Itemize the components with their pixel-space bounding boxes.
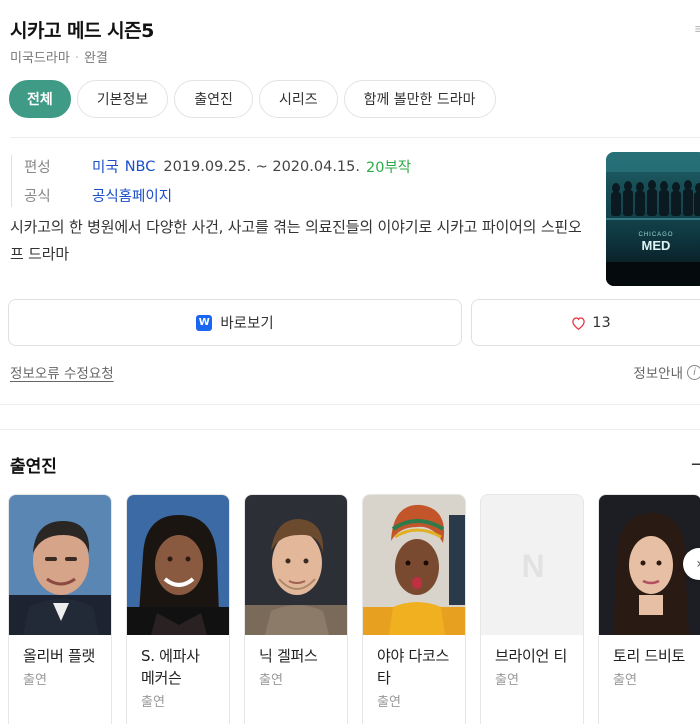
official-key: 공식: [24, 189, 51, 205]
watch-now-button[interactable]: W 바로보기: [8, 299, 462, 346]
actor-role: 출연: [141, 695, 165, 710]
episode-count: 20부작: [366, 160, 412, 176]
like-button[interactable]: 13: [471, 299, 700, 346]
status-text: 완결: [83, 51, 108, 66]
poster-logo-med: MED: [642, 238, 671, 253]
info-icon: i: [687, 364, 700, 380]
like-count: 13: [592, 314, 611, 331]
actor-name: S. 에파사 메커슨: [141, 647, 200, 687]
drama-subtitle: 미국드라마 · 완결: [10, 47, 108, 66]
actor-photo: [245, 495, 347, 635]
cast-card[interactable]: 올리버 플랫 출연: [8, 494, 112, 724]
actor-photo: [9, 495, 111, 635]
divider: [10, 137, 700, 138]
broadcast-period: 2019.09.25. ~ 2020.04.15.: [163, 158, 360, 175]
actor-name: 닉 겔퍼스: [259, 647, 318, 665]
section-separator: [0, 404, 700, 430]
actor-photo-placeholder: N: [481, 495, 583, 635]
actor-name: 올리버 플랫: [23, 647, 95, 665]
arrow-right-icon[interactable]: →: [691, 454, 700, 475]
tab-similar-dramas[interactable]: 함께 볼만한 드라마: [343, 80, 496, 118]
actor-name: 토리 드비토: [613, 647, 685, 665]
actor-role: 출연: [23, 673, 47, 688]
tab-cast[interactable]: 출연진: [174, 80, 253, 118]
tab-all[interactable]: 전체: [9, 80, 71, 118]
dot-separator: ·: [74, 51, 79, 66]
cast-card[interactable]: N 브라이언 티 출연: [480, 494, 584, 724]
cast-list: 올리버 플랫 출연 S. 에파사 메커슨 출연 닉 겔퍼스 출연 야야 다코스타…: [8, 494, 700, 724]
heart-icon: [571, 316, 586, 330]
actor-name: 브라이언 티: [495, 647, 567, 665]
cast-section-title: 출연진: [10, 457, 57, 477]
watch-now-label: 바로보기: [220, 316, 274, 332]
actor-photo: [127, 495, 229, 635]
tab-series[interactable]: 시리즈: [258, 80, 338, 118]
info-guide-link[interactable]: 정보안내 i: [633, 362, 700, 382]
country-link[interactable]: 미국: [92, 156, 119, 177]
actor-role: 출연: [495, 673, 519, 688]
poster-image: CHICAGO MED: [606, 152, 700, 286]
actor-photo: [363, 495, 465, 635]
actor-role: 출연: [613, 673, 637, 688]
cast-card[interactable]: S. 에파사 메커슨 출연: [126, 494, 230, 724]
cast-card[interactable]: 야야 다코스타 출연: [362, 494, 466, 724]
tab-basic-info[interactable]: 기본정보: [76, 80, 169, 118]
broadcast-row: 편성 미국 NBC 2019.09.25. ~ 2020.04.15. 20부작: [10, 156, 411, 177]
info-guide-label: 정보안내: [633, 366, 683, 382]
drama-poster[interactable]: CHICAGO MED: [606, 152, 700, 286]
broadcast-key: 편성: [24, 160, 51, 176]
actor-role: 출연: [377, 695, 401, 710]
actor-role: 출연: [259, 673, 283, 688]
drama-title: 시카고 메드 시즌5: [10, 20, 154, 42]
network-link[interactable]: NBC: [125, 159, 156, 175]
drama-description: 시카고의 한 병원에서 다양한 사건, 사고를 겪는 의료진들의 이야기로 시카…: [10, 218, 582, 263]
tab-bar: 전체 기본정보 출연진 시리즈 함께 볼만한 드라마: [9, 80, 496, 118]
official-homepage-link[interactable]: 공식홈페이지: [92, 185, 172, 206]
placeholder-letter: N: [521, 548, 544, 584]
cast-card[interactable]: 닉 겔퍼스 출연: [244, 494, 348, 724]
actor-name: 야야 다코스타: [377, 647, 449, 687]
cast-card[interactable]: 토리 드비토 출연: [598, 494, 700, 724]
chevron-right-icon: ›: [696, 556, 700, 572]
wavve-logo-icon: W: [196, 314, 213, 331]
genre-text: 미국드라마: [10, 51, 70, 66]
report-error-link[interactable]: 정보오류 수정요청: [10, 362, 114, 382]
more-icon[interactable]: ≡: [694, 22, 700, 37]
official-row: 공식 공식홈페이지: [10, 185, 172, 206]
